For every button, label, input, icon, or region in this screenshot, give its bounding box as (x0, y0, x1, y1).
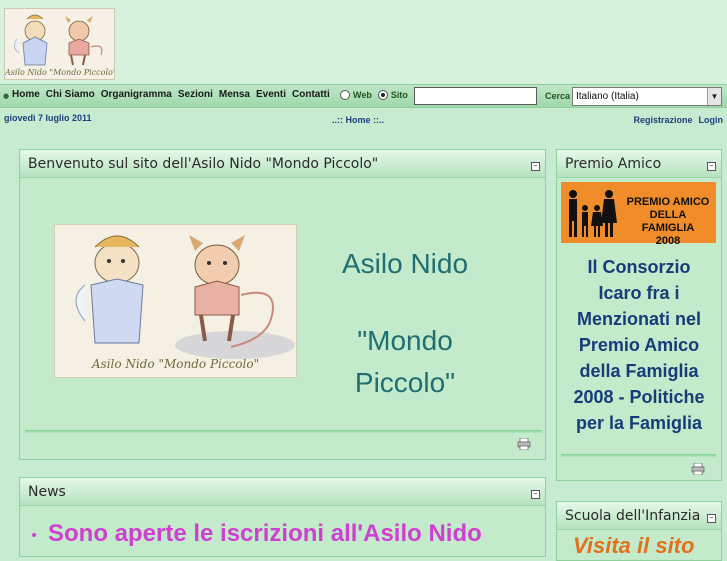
breadcrumb-prefix: ..:: (332, 115, 346, 125)
user-links: Registrazione Login (633, 115, 723, 125)
minimize-icon[interactable]: – (707, 514, 716, 523)
family-icon (569, 190, 617, 237)
scuola-teaser-link[interactable]: Visita il sito (573, 533, 694, 559)
nav-item-sezioni[interactable]: Sezioni (178, 89, 213, 100)
premio-divider (561, 454, 716, 457)
welcome-heading-line1: Asilo Nido (341, 248, 469, 279)
premio-module-header: Premio Amico – (557, 150, 721, 178)
nav-item-organigramma[interactable]: Organigramma (101, 89, 172, 100)
premio-body-line: Il Consorzio (587, 257, 691, 277)
premio-body-line: per la Famiglia (575, 413, 703, 433)
welcome-image-caption: Asilo Nido "Mondo Piccolo" (91, 357, 260, 371)
breadcrumb-suffix: ::.. (370, 115, 385, 125)
nav-item-eventi[interactable]: Eventi (256, 89, 286, 100)
premio-body[interactable]: Il Consorzio Icaro fra i Menzionati nel … (559, 254, 719, 436)
radio-sito-label: Sito (390, 90, 408, 100)
premio-body-line: Premio Amico (578, 335, 700, 355)
welcome-module: Benvenuto sul sito dell'Asilo Nido "Mond… (19, 149, 546, 460)
premio-banner-line3: 2008 (655, 235, 681, 247)
premio-banner-line1: PREMIO AMICO (626, 196, 710, 208)
premio-body-line: Menzionati nel (576, 309, 701, 329)
search-scope-group: Web Sito (340, 90, 414, 100)
info-bar: giovedì 7 luglio 2011 ..:: Home ::.. Reg… (0, 108, 727, 130)
nav-menu: Home Chi Siamo Organigramma Sezioni Mens… (12, 89, 336, 100)
premio-body-line: 2008 - Politiche (573, 387, 705, 407)
news-bullet-icon: • (30, 528, 39, 544)
minimize-icon[interactable]: – (707, 162, 716, 171)
nav-item-home[interactable]: Home (12, 89, 40, 100)
premio-banner-text: PREMIO AMICO DELLA FAMIGLIA 2008 (623, 196, 713, 248)
language-select-value: Italiano (Italia) (576, 91, 639, 102)
site-header: Asilo Nido "Mondo Piccolo" (0, 0, 727, 84)
nav-item-mensa[interactable]: Mensa (219, 89, 250, 100)
news-module: News – • Sono aperte le iscrizioni all'A… (19, 477, 546, 557)
minimize-icon[interactable]: – (531, 490, 540, 499)
chevron-down-icon[interactable]: ▼ (707, 88, 721, 105)
print-icon[interactable] (691, 463, 705, 475)
nav-item-chi-siamo[interactable]: Chi Siamo (46, 89, 95, 100)
current-date: giovedì 7 luglio 2011 (4, 113, 92, 123)
radio-sito[interactable] (377, 90, 388, 100)
language-select[interactable]: Italiano (Italia) ▼ (572, 87, 722, 106)
scuola-module: Scuola dell'Infanzia – Visita il sito (556, 501, 722, 561)
search-input[interactable] (414, 87, 537, 105)
premio-banner[interactable]: PREMIO AMICO DELLA FAMIGLIA 2008 (561, 182, 716, 247)
login-link[interactable]: Login (699, 115, 724, 125)
premio-body-line: della Famiglia (579, 361, 699, 381)
site-logo[interactable]: Asilo Nido "Mondo Piccolo" (4, 8, 115, 80)
news-headline[interactable]: Sono aperte le iscrizioni all'Asilo Nido (48, 520, 482, 548)
welcome-heading-line2: "Mondo (357, 325, 453, 356)
register-link[interactable]: Registrazione (633, 115, 692, 125)
welcome-module-title: Benvenuto sul sito dell'Asilo Nido "Mond… (28, 156, 379, 172)
scuola-module-title: Scuola dell'Infanzia (565, 508, 701, 524)
welcome-illustration (75, 235, 295, 359)
welcome-image: Asilo Nido "Mondo Piccolo" (54, 224, 297, 378)
breadcrumb: ..:: Home ::.. (332, 115, 384, 125)
radio-web[interactable] (340, 90, 350, 100)
premio-body-line: Icaro fra i (598, 283, 680, 303)
welcome-divider (25, 430, 542, 433)
news-module-header: News – (20, 478, 545, 506)
nav-item-contatti[interactable]: Contatti (292, 89, 330, 100)
premio-module: Premio Amico – PREMIO AMICO DELLA FAMIGL… (556, 149, 722, 481)
scuola-module-header: Scuola dell'Infanzia – (557, 502, 721, 530)
radio-web-label: Web (353, 90, 372, 100)
nav-bullet-icon: ● (3, 92, 10, 100)
welcome-heading-line3: Piccolo" (354, 367, 456, 398)
logo-illustration (14, 14, 103, 66)
welcome-module-header: Benvenuto sul sito dell'Asilo Nido "Mond… (20, 150, 545, 178)
minimize-icon[interactable]: – (531, 162, 540, 171)
search-button[interactable]: Cerca (545, 91, 570, 101)
news-module-title: News (28, 484, 66, 500)
print-icon[interactable] (517, 438, 531, 450)
main-navbar: ● Home Chi Siamo Organigramma Sezioni Me… (0, 84, 727, 108)
logo-caption: Asilo Nido "Mondo Piccolo" (5, 68, 115, 77)
premio-banner-line2: DELLA FAMIGLIA (641, 209, 695, 234)
premio-module-title: Premio Amico (565, 156, 662, 172)
breadcrumb-home-link[interactable]: Home (346, 115, 371, 125)
